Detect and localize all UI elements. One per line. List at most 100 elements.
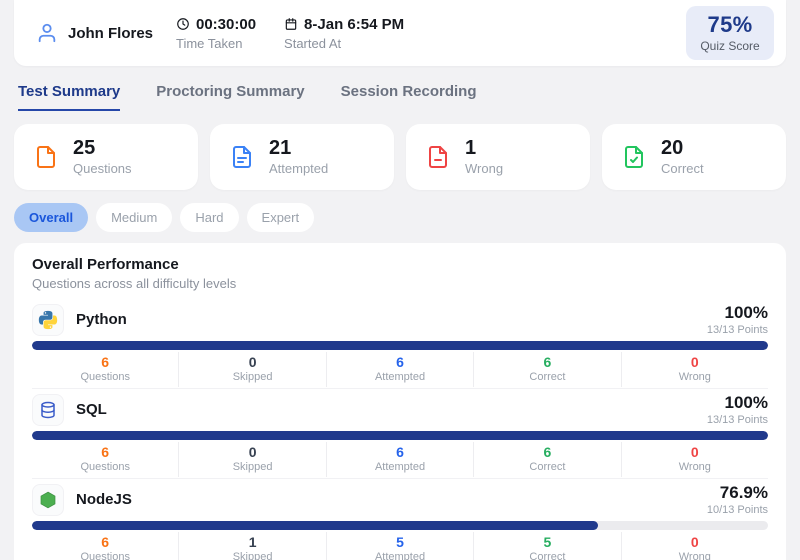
skill-stat-value: 6 [32,444,178,460]
time-taken-block: 00:30:00 Time Taken [176,16,256,51]
skill-name: Python [76,311,127,328]
skill-stat-label: Correct [474,461,620,474]
skill-name: SQL [76,401,107,418]
skill-row-sql: SQL 100% 13/13 Points 6Questions 0Skippe… [32,389,768,479]
filter-pill-medium[interactable]: Medium [96,203,172,232]
stat-card-value: 21 [269,138,328,159]
skill-stats-row: 6Questions 0Skipped 6Attempted 6Correct … [32,442,768,477]
time-taken-label: Time Taken [176,36,256,51]
calendar-icon [284,17,298,31]
skill-stat-label: Attempted [327,551,473,560]
nodejs-hexagon-icon [32,484,64,516]
skill-stats-row: 6Questions 1Skipped 5Attempted 5Correct … [32,532,768,560]
stat-card-value: 20 [661,138,704,159]
stat-cards-row: 25 Questions 21 Attempted 1 Wrong [14,124,786,190]
file-orange-icon [34,145,58,169]
filter-pill-hard[interactable]: Hard [180,203,238,232]
progress-bar-fill [32,521,598,530]
skill-stat-label: Questions [32,551,178,560]
skill-stat-label: Skipped [179,461,325,474]
skill-stat-value: 6 [327,444,473,460]
skill-stat-label: Correct [474,551,620,560]
skill-stat-skipped: 0Skipped [179,352,326,387]
skill-stats-row: 6Questions 0Skipped 6Attempted 6Correct … [32,352,768,387]
user-name: John Flores [68,25,153,42]
skill-stat-skipped: 1Skipped [179,532,326,560]
skill-stat-label: Wrong [622,371,768,384]
tab-bar: Test Summary Proctoring Summary Session … [18,83,782,111]
filter-pill-expert[interactable]: Expert [247,203,315,232]
filter-pill-overall[interactable]: Overall [14,203,88,232]
skill-stat-value: 0 [622,444,768,460]
started-at-label: Started At [284,36,404,51]
skill-stat-label: Correct [474,371,620,384]
stat-card-value: 1 [465,138,503,159]
skill-stat-label: Attempted [327,371,473,384]
skill-stat-value: 6 [474,444,620,460]
skill-stat-label: Skipped [179,551,325,560]
skill-points: 13/13 Points [707,414,768,426]
skill-stat-questions: 6Questions [32,532,179,560]
skill-stat-value: 5 [474,534,620,550]
user-avatar-icon [36,22,58,44]
skill-points: 13/13 Points [707,324,768,336]
skill-stat-label: Wrong [622,461,768,474]
progress-bar-fill [32,431,768,440]
file-check-green-icon [622,145,646,169]
started-at-value: 8-Jan 6:54 PM [304,16,404,33]
skill-stat-label: Wrong [622,551,768,560]
stat-card-wrong: 1 Wrong [406,124,590,190]
stat-card-attempted: 21 Attempted [210,124,394,190]
progress-bar [32,341,768,350]
difficulty-filter-bar: Overall Medium Hard Expert [14,203,786,232]
stat-card-label: Correct [661,161,704,176]
skill-percent: 76.9% [707,483,768,503]
skill-stat-value: 0 [622,354,768,370]
tab-session-recording[interactable]: Session Recording [341,83,477,111]
tab-proctoring-summary[interactable]: Proctoring Summary [156,83,304,111]
skill-percent: 100% [707,303,768,323]
clock-icon [176,17,190,31]
skill-stat-attempted: 6Attempted [327,442,474,477]
quiz-score-label: Quiz Score [700,39,760,53]
skill-row-nodejs: NodeJS 76.9% 10/13 Points 6Questions 1Sk… [32,479,768,560]
stat-card-label: Attempted [269,161,328,176]
skill-stat-correct: 6Correct [474,352,621,387]
skill-stat-value: 6 [32,354,178,370]
performance-subtitle: Questions across all difficulty levels [32,276,768,291]
python-logo-icon [32,304,64,336]
time-taken-value: 00:30:00 [196,16,256,33]
skill-stat-attempted: 6Attempted [327,352,474,387]
skill-stat-value: 6 [32,534,178,550]
skill-row-python: Python 100% 13/13 Points 6Questions 0Ski… [32,299,768,389]
skill-stat-value: 6 [474,354,620,370]
skill-stat-label: Questions [32,371,178,384]
started-at-block: 8-Jan 6:54 PM Started At [284,16,404,51]
progress-bar-fill [32,341,768,350]
stat-card-label: Questions [73,161,132,176]
page: John Flores 00:30:00 Time Taken 8-Jan 6:… [0,0,800,560]
skill-stat-label: Questions [32,461,178,474]
skill-stat-value: 5 [327,534,473,550]
skill-points: 10/13 Points [707,504,768,516]
skill-percent: 100% [707,393,768,413]
quiz-score-value: 75% [700,12,760,38]
skill-stat-wrong: 0Wrong [622,532,768,560]
tab-test-summary[interactable]: Test Summary [18,83,120,111]
skill-list: Python 100% 13/13 Points 6Questions 0Ski… [32,299,768,560]
progress-bar [32,521,768,530]
skill-stat-value: 1 [179,534,325,550]
progress-bar [32,431,768,440]
skill-stat-attempted: 5Attempted [327,532,474,560]
stat-card-questions: 25 Questions [14,124,198,190]
performance-title: Overall Performance [32,256,768,273]
skill-name: NodeJS [76,491,132,508]
skill-stat-questions: 6Questions [32,442,179,477]
quiz-score-badge: 75% Quiz Score [686,6,774,60]
skill-stat-skipped: 0Skipped [179,442,326,477]
skill-stat-wrong: 0Wrong [622,442,768,477]
performance-card: Overall Performance Questions across all… [14,243,786,560]
header-card: John Flores 00:30:00 Time Taken 8-Jan 6:… [14,0,786,66]
skill-stat-questions: 6Questions [32,352,179,387]
skill-stat-value: 0 [179,354,325,370]
